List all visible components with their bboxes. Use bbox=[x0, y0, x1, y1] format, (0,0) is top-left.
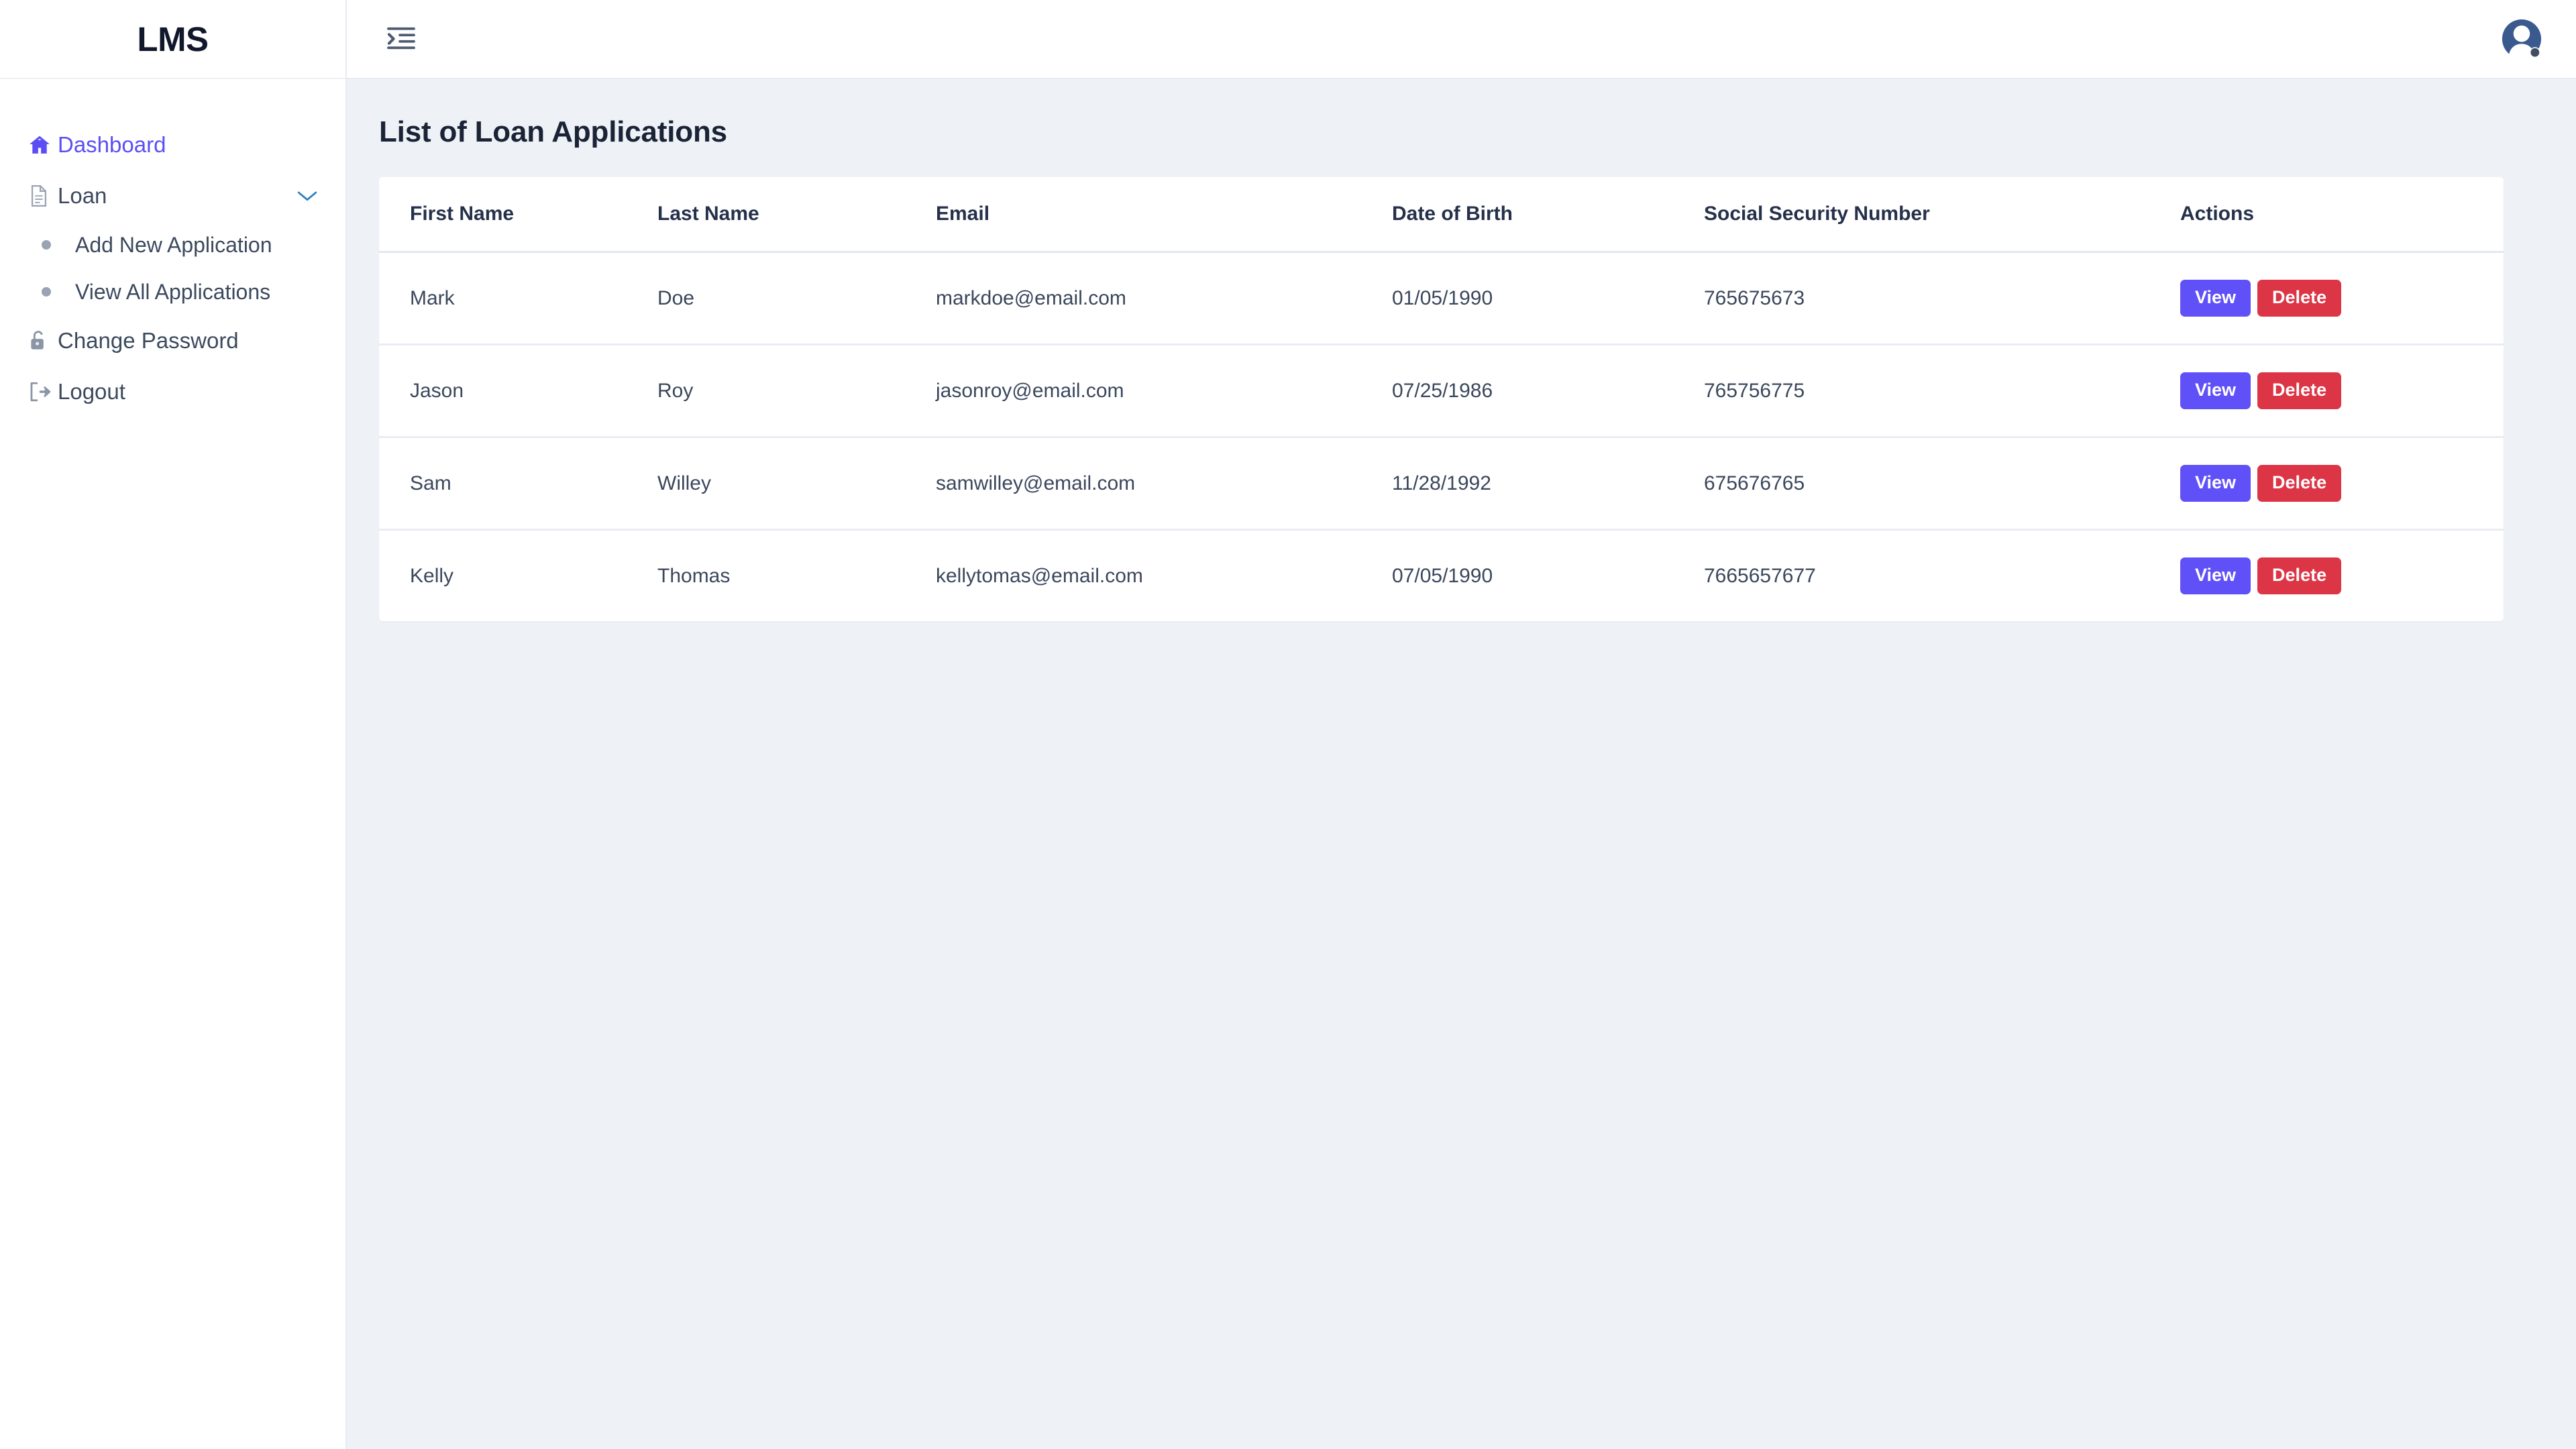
app-root: LMS Dashboard Loan Add New Application V… bbox=[0, 0, 2576, 1449]
column-header-actions[interactable]: Actions bbox=[2180, 177, 2504, 253]
cell-first-name: Kelly bbox=[410, 564, 454, 587]
table-row: Sam Willey samwilley@email.com 11/28/199… bbox=[379, 437, 2504, 531]
sidebar-item-logout[interactable]: Logout bbox=[0, 366, 345, 417]
cell-last-name: Roy bbox=[657, 344, 936, 438]
sidebar-item-add-new-application[interactable]: Add New Application bbox=[0, 221, 345, 268]
cell-email: samwilley@email.com bbox=[936, 437, 1392, 531]
cell-date-of-birth: 07/05/1990 bbox=[1392, 564, 1493, 587]
bullet-icon bbox=[42, 287, 51, 297]
cell-ssn: 765675673 bbox=[1704, 252, 2180, 345]
sidebar-item-label: Change Password bbox=[58, 328, 239, 353]
bullet-icon bbox=[42, 240, 51, 250]
delete-button[interactable]: Delete bbox=[2257, 372, 2342, 409]
cell-last-name: Willey bbox=[657, 437, 936, 531]
sidebar-item-label: Logout bbox=[58, 379, 125, 404]
column-header-last-name[interactable]: Last Name bbox=[657, 177, 936, 253]
column-header-email[interactable]: Email bbox=[936, 177, 1392, 253]
sidebar-item-loan[interactable]: Loan bbox=[0, 170, 345, 221]
delete-button[interactable]: Delete bbox=[2257, 280, 2342, 317]
topbar bbox=[347, 0, 2576, 79]
table-row: Kelly Thomas kellytomas@email.com 07/05/… bbox=[379, 530, 2504, 622]
cell-first-name: Sam bbox=[379, 437, 657, 531]
chevron-down-icon[interactable] bbox=[296, 189, 319, 203]
sidebar-item-label: Loan bbox=[58, 183, 107, 208]
brand-name: LMS bbox=[137, 19, 209, 58]
applications-table: First Name Last Name Email Date of Birth… bbox=[379, 177, 2504, 621]
view-button[interactable]: View bbox=[2180, 557, 2251, 594]
cell-date-of-birth: 01/05/1990 bbox=[1392, 252, 1704, 345]
table-body: Mark Doe markdoe@email.com 01/05/1990 76… bbox=[379, 252, 2504, 622]
view-button[interactable]: View bbox=[2180, 280, 2251, 317]
page-title: List of Loan Applications bbox=[379, 115, 727, 148]
cell-actions: View Delete bbox=[2180, 344, 2504, 438]
cell-email: kellytomas@email.com bbox=[936, 564, 1143, 587]
cell-last-name: Thomas bbox=[657, 564, 731, 587]
table-row: Jason Roy jasonroy@email.com 07/25/1986 … bbox=[379, 344, 2504, 438]
sidebar-item-label: Dashboard bbox=[58, 132, 166, 157]
cell-first-name: Mark bbox=[379, 252, 657, 345]
document-icon bbox=[28, 184, 58, 207]
table-head: First Name Last Name Email Date of Birth… bbox=[379, 177, 2504, 253]
user-avatar-icon bbox=[2498, 19, 2545, 65]
cell-ssn: 765756775 bbox=[1704, 344, 2180, 438]
cell-ssn: 675676765 bbox=[1704, 437, 2180, 531]
sidebar-subitem-label: View All Applications bbox=[75, 279, 271, 304]
delete-button[interactable]: Delete bbox=[2257, 465, 2342, 502]
cell-date-of-birth: 07/25/1986 bbox=[1392, 344, 1704, 438]
avatar[interactable] bbox=[2498, 15, 2545, 62]
sidebar-subitem-label: Add New Application bbox=[75, 232, 272, 257]
cell-date-of-birth: 11/28/1992 bbox=[1392, 437, 1704, 531]
view-button[interactable]: View bbox=[2180, 465, 2251, 502]
column-header-first-name[interactable]: First Name bbox=[379, 177, 657, 253]
cell-email: jasonroy@email.com bbox=[936, 344, 1392, 438]
brand-logo[interactable]: LMS bbox=[0, 0, 345, 79]
table-row: Mark Doe markdoe@email.com 01/05/1990 76… bbox=[379, 252, 2504, 345]
menu-indent-icon bbox=[386, 25, 417, 53]
view-button[interactable]: View bbox=[2180, 372, 2251, 409]
cell-ssn: 7665657677 bbox=[1704, 564, 1816, 587]
sidebar-toggle-button[interactable] bbox=[380, 18, 422, 60]
unlock-icon bbox=[28, 329, 58, 352]
applications-table-card: First Name Last Name Email Date of Birth… bbox=[379, 177, 2504, 621]
table-header-row: First Name Last Name Email Date of Birth… bbox=[379, 177, 2504, 253]
main-area: List of Loan Applications First Name Las… bbox=[347, 0, 2576, 1449]
cell-actions: View Delete bbox=[2180, 252, 2504, 345]
sidebar-nav: Dashboard Loan Add New Application View … bbox=[0, 79, 345, 417]
column-header-date-of-birth[interactable]: Date of Birth bbox=[1392, 177, 1704, 253]
sidebar-item-dashboard[interactable]: Dashboard bbox=[0, 119, 345, 170]
content-area: List of Loan Applications First Name Las… bbox=[347, 79, 2576, 1449]
cell-last-name: Doe bbox=[657, 252, 936, 345]
delete-button[interactable]: Delete bbox=[2257, 557, 2342, 594]
column-header-ssn[interactable]: Social Security Number bbox=[1704, 177, 2180, 253]
cell-actions: View Delete bbox=[2180, 437, 2504, 531]
sidebar: LMS Dashboard Loan Add New Application V… bbox=[0, 0, 347, 1449]
cell-email: markdoe@email.com bbox=[936, 252, 1392, 345]
cell-actions: View Delete bbox=[2180, 530, 2504, 622]
sidebar-item-view-all-applications[interactable]: View All Applications bbox=[0, 268, 345, 315]
sign-out-icon bbox=[28, 381, 58, 402]
cell-first-name: Jason bbox=[379, 344, 657, 438]
home-icon bbox=[28, 133, 58, 156]
sidebar-item-change-password[interactable]: Change Password bbox=[0, 315, 345, 366]
